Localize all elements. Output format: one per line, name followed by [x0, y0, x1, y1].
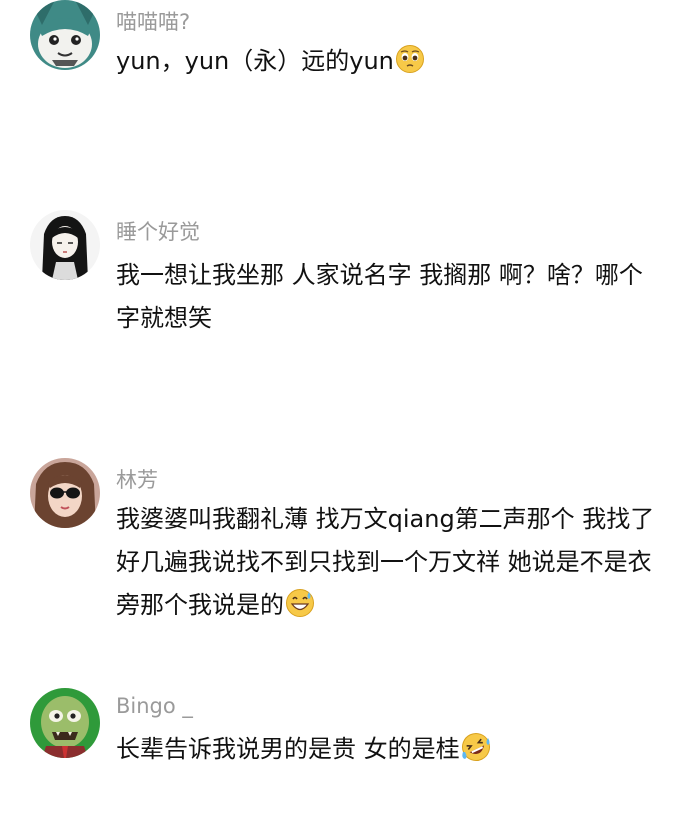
- username[interactable]: 睡个好觉: [116, 216, 200, 246]
- avatar[interactable]: [30, 0, 100, 70]
- cartoon-cat-avatar-icon: [30, 0, 100, 70]
- grinning-sweat-emoji-icon: [285, 588, 315, 618]
- pleading-face-emoji-icon: [395, 44, 425, 74]
- girl-sunglasses-avatar-icon: [30, 458, 100, 528]
- avatar[interactable]: [30, 210, 100, 280]
- comment-text: 我婆婆叫我翻礼薄 找万文qiang第二声那个 我找了好几遍我说找不到只找到一个万…: [116, 498, 661, 627]
- username[interactable]: Bingo _: [116, 694, 193, 718]
- avatar[interactable]: [30, 688, 100, 758]
- avatar[interactable]: [30, 458, 100, 528]
- comment-text-body: 长辈告诉我说男的是贵 女的是桂: [116, 735, 460, 763]
- username[interactable]: 林芳: [116, 464, 158, 494]
- comment-text-body: 我一想让我坐那 人家说名字 我搁那 啊？啥？哪个字就想笑: [116, 261, 643, 332]
- comment-text-body: yun，yun（永）远的yun: [116, 47, 394, 75]
- username[interactable]: 喵喵喵?: [116, 6, 190, 36]
- comment-text-body: 我婆婆叫我翻礼薄 找万文qiang第二声那个 我找了好几遍我说找不到只找到一个万…: [116, 505, 655, 619]
- zombie-avatar-icon: [30, 688, 100, 758]
- comment-text: 长辈告诉我说男的是贵 女的是桂: [116, 728, 661, 771]
- comment-text: yun，yun（永）远的yun: [116, 40, 661, 83]
- rolling-laughing-emoji-icon: [461, 732, 491, 762]
- anime-girl-avatar-icon: [30, 210, 100, 280]
- comment-text: 我一想让我坐那 人家说名字 我搁那 啊？啥？哪个字就想笑: [116, 254, 661, 340]
